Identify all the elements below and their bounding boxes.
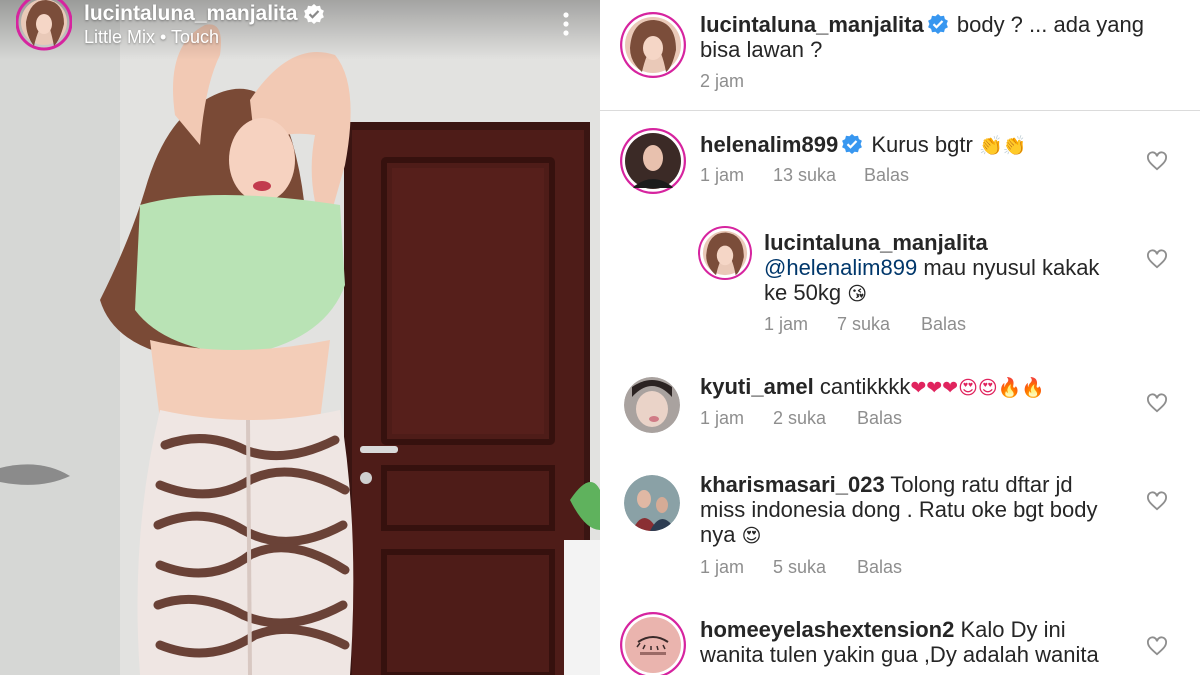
verified-badge-icon: [842, 134, 863, 154]
comment-meta: 1 jam 7 suka Balas: [764, 314, 966, 335]
username[interactable]: lucintaluna_manjalita: [700, 12, 924, 37]
emoji-heart-eyes-icon: 😍: [741, 525, 762, 547]
emoji-clap-icon: 👏👏: [978, 135, 1027, 157]
more-options-icon[interactable]: [556, 10, 576, 40]
heart-icon[interactable]: [1146, 491, 1168, 511]
caption-line-2: bisa lawan ?: [700, 37, 823, 62]
comment-body-line-2: miss indonesia dong . Ratu oke bgt body: [700, 497, 1098, 522]
comment-body-line-1: Tolong ratu dftar jd: [890, 472, 1073, 497]
username[interactable]: lucintaluna_manjalita: [764, 230, 988, 255]
like-count[interactable]: 2 suka: [773, 408, 857, 429]
caption-meta: 2 jam: [700, 71, 744, 92]
reel-avatar[interactable]: [15, 0, 73, 52]
verified-badge-icon: [303, 4, 324, 24]
comment-text: kharismasari_023 Tolong ratu dftar jd mi…: [700, 472, 1140, 549]
like-count[interactable]: 5 suka: [773, 557, 857, 578]
heart-icon[interactable]: [1146, 249, 1168, 269]
comment-body: cantikkkk: [819, 374, 911, 399]
reply-button[interactable]: Balas: [921, 314, 966, 335]
reply-button[interactable]: Balas: [857, 557, 902, 578]
caption-text: lucintaluna_manjalita body ? ... ada yan…: [700, 12, 1180, 62]
heart-icon[interactable]: [1146, 151, 1168, 171]
comments-panel: lucintaluna_manjalita body ? ... ada yan…: [600, 0, 1200, 675]
timestamp: 1 jam: [700, 165, 745, 185]
comment-body-line-3: nya: [700, 522, 736, 547]
emoji-heart-fire-icon: ❤❤❤😍😍🔥🔥: [910, 377, 1046, 399]
comment-text: lucintaluna_manjalita @helenalim899 mau …: [764, 230, 1144, 307]
divider: [600, 110, 1200, 111]
comment-body: Kurus bgtr: [871, 132, 973, 157]
comment-body-line-2: wanita tulen yakin gua ,Dy adalah wanita: [700, 642, 1099, 667]
username[interactable]: kyuti_amel: [700, 374, 814, 399]
comment-text: homeeyelashextension2 Kalo Dy ini wanita…: [700, 617, 1140, 667]
avatar[interactable]: [620, 128, 686, 194]
avatar[interactable]: [624, 475, 680, 531]
emoji-kiss-icon: 😘: [847, 283, 867, 305]
avatar[interactable]: [624, 377, 680, 433]
comment-text: helenalim899 Kurus bgtr 👏👏: [700, 132, 1140, 159]
avatar[interactable]: [698, 226, 752, 280]
reply-button[interactable]: Balas: [864, 165, 909, 186]
caption-line-1: body ? ... ada yang: [956, 12, 1144, 37]
like-count[interactable]: 7 suka: [837, 314, 921, 335]
heart-icon[interactable]: [1146, 393, 1168, 413]
reel-username[interactable]: lucintaluna_manjalita: [84, 2, 324, 26]
comment-body-line-1: Kalo Dy ini: [960, 617, 1066, 642]
heart-icon[interactable]: [1146, 636, 1168, 656]
username[interactable]: kharismasari_023: [700, 472, 885, 497]
comment-body-line-1: mau nyusul kakak: [923, 255, 1100, 280]
avatar[interactable]: [620, 12, 686, 78]
verified-badge-icon: [927, 14, 948, 34]
comment-meta: 1 jam 2 suka Balas: [700, 408, 902, 429]
like-count[interactable]: 13 suka: [773, 165, 864, 186]
comment-meta: 1 jam 5 suka Balas: [700, 557, 902, 578]
reel-audio-track[interactable]: Little Mix • Touch: [84, 27, 219, 48]
timestamp: 2 jam: [700, 71, 745, 91]
comment-body-line-2: ke 50kg: [764, 280, 842, 305]
username[interactable]: helenalim899: [700, 132, 838, 157]
video-frame: [0, 0, 600, 675]
comment-text: kyuti_amel cantikkkk❤❤❤😍😍🔥🔥: [700, 374, 1140, 401]
reply-button[interactable]: Balas: [857, 408, 902, 429]
reel-video[interactable]: lucintaluna_manjalita Little Mix • Touch: [0, 0, 600, 675]
timestamp: 1 jam: [700, 408, 745, 428]
username[interactable]: homeeyelashextension2: [700, 617, 954, 642]
avatar[interactable]: [620, 612, 686, 675]
comment-meta: 1 jam 13 suka Balas: [700, 165, 909, 186]
reel-username-text[interactable]: lucintaluna_manjalita: [84, 2, 298, 26]
timestamp: 1 jam: [700, 557, 745, 577]
mention-link[interactable]: @helenalim899: [764, 255, 917, 280]
timestamp: 1 jam: [764, 314, 809, 334]
